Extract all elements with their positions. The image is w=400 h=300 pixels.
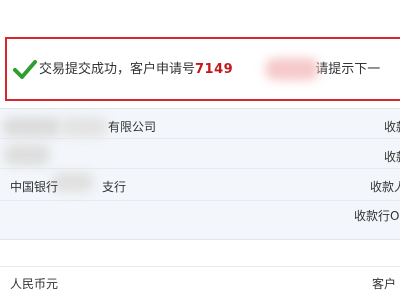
row-divider	[0, 266, 400, 267]
checkmark-icon	[13, 60, 37, 79]
top-strip	[0, 0, 400, 28]
customer-label: 客户	[372, 277, 397, 291]
redaction-blur	[60, 117, 108, 137]
payee-label: 收款	[384, 120, 400, 134]
payee-account-label: 收款	[384, 150, 400, 164]
success-notice: 交易提交成功，客户申请号7149 请提示下一	[5, 37, 400, 101]
row-divider	[0, 168, 400, 169]
currency-value: 人民币元	[10, 277, 59, 291]
redaction-blur	[265, 58, 319, 80]
redaction-blur	[4, 144, 50, 166]
bank-branch: 支行	[102, 180, 127, 194]
payee-company-name: 有限公司	[108, 120, 157, 134]
redaction-blur	[2, 117, 62, 137]
message-suffix: 请提示下一	[315, 62, 381, 77]
payee-bank-code-label: 收款行O	[354, 209, 400, 223]
message-prefix: 交易提交成功，客户申请号	[39, 62, 196, 77]
bank-name: 中国银行	[10, 180, 59, 194]
success-message: 交易提交成功，客户申请号7149 请提示下一	[39, 62, 380, 78]
redaction-blur	[52, 172, 94, 192]
application-number: 7149	[195, 62, 234, 77]
row-divider	[0, 138, 400, 139]
row-divider	[0, 200, 400, 201]
payee-name-label: 收款人	[370, 180, 400, 194]
